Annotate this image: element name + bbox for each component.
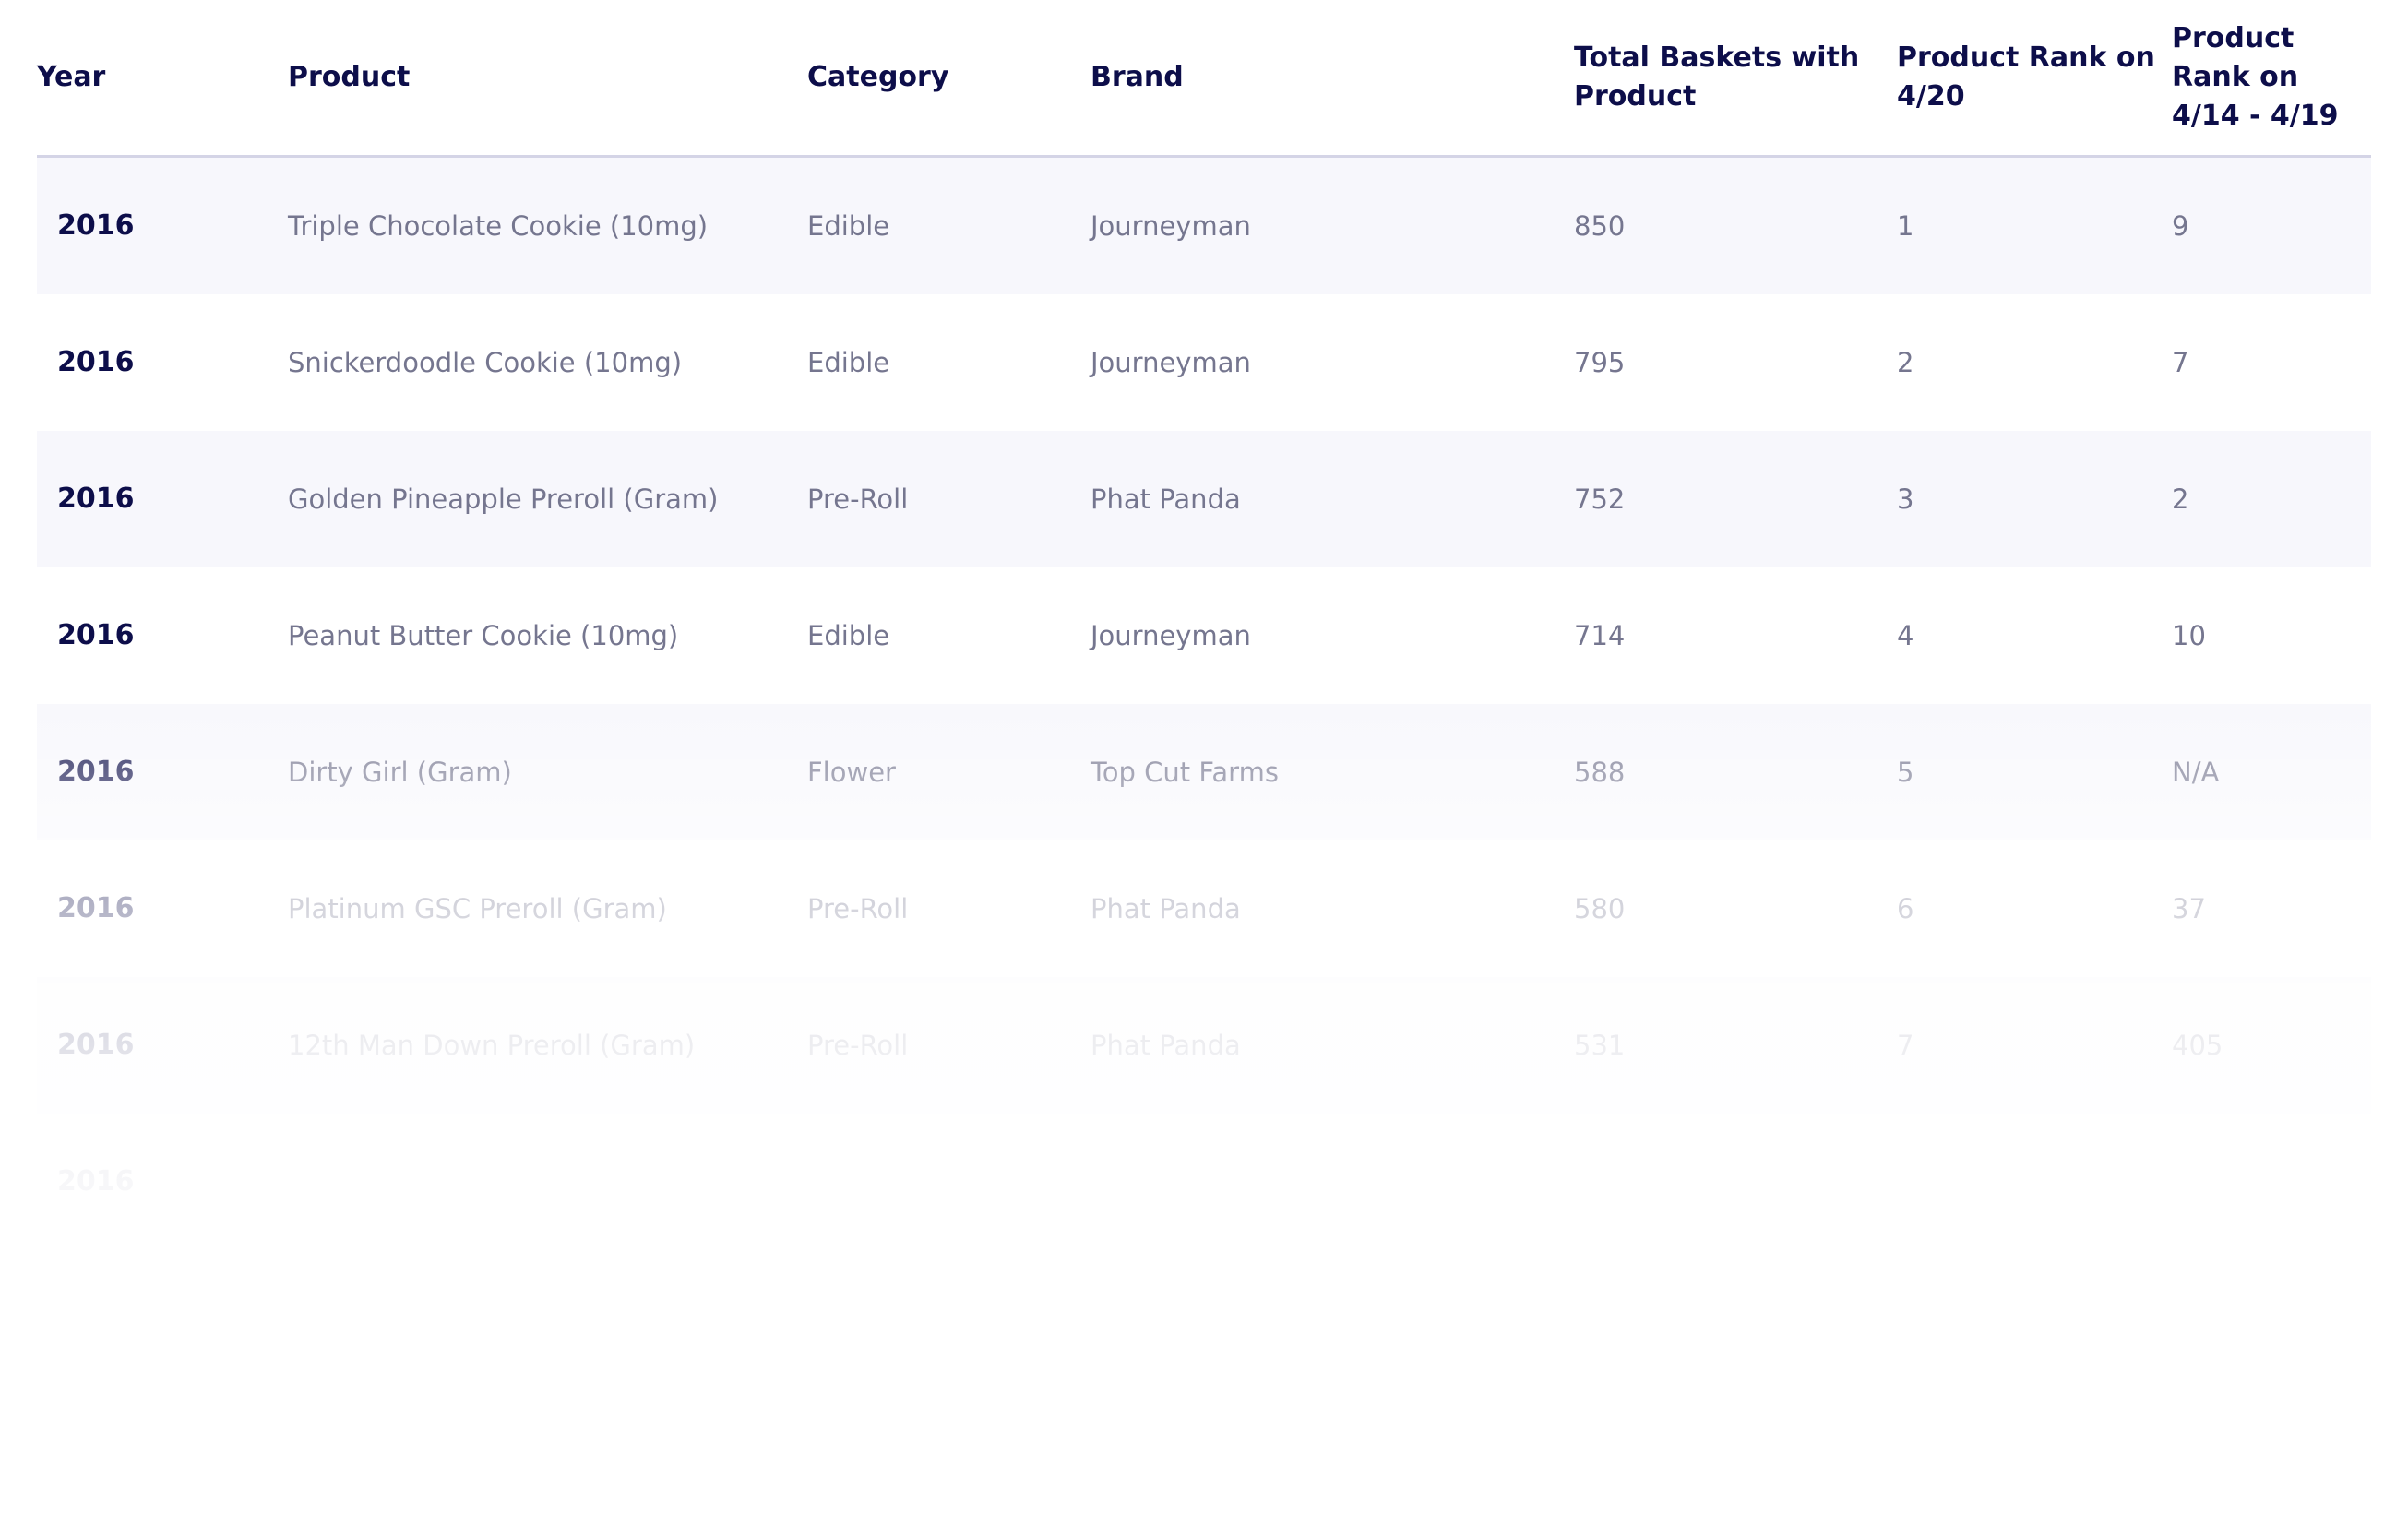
cell-total-baskets: 850 [1574,210,1626,242]
cell-rank-4-20: 3 [1897,483,1914,515]
cell-year: 2016 [57,892,135,924]
header-product[interactable]: Product [288,0,807,158]
cell-product: Snickerdoodle Cookie (10mg) [288,347,683,378]
table-row: 2016 [37,1114,2371,1250]
table-row: 2016 Peanut Butter Cookie (10mg) Edible … [37,567,2371,704]
table-row: 2016 Platinum GSC Preroll (Gram) Pre-Rol… [37,840,2371,977]
cell-rank-4-14-4-19: 405 [2172,1030,2223,1061]
cell-year: 2016 [57,483,135,515]
cell-rank-4-14-4-19: 7 [2172,347,2189,378]
table-row: 2016 Snickerdoodle Cookie (10mg) Edible … [37,294,2371,431]
cell-rank-4-14-4-19: 10 [2172,620,2206,651]
cell-total-baskets: 580 [1574,893,1626,924]
cell-total-baskets [1574,1114,1897,1250]
cell-rank-4-20: 6 [1897,893,1914,924]
cell-rank-4-20: 1 [1897,210,1914,242]
cell-category: Flower [807,757,896,788]
cell-category: Pre-Roll [807,1030,909,1061]
cell-rank-4-14-4-19: 37 [2172,893,2206,924]
cell-brand: Journeyman [1091,620,1251,651]
header-rank-4-14-4-19[interactable]: Product Rank on 4/14 - 4/19 [2172,0,2371,158]
cell-category [807,1114,1091,1250]
cell-year: 2016 [57,209,135,242]
cell-rank-4-20: 2 [1897,347,1914,378]
table-row: 2016 Triple Chocolate Cookie (10mg) Edib… [37,156,2371,294]
cell-rank-4-14-4-19 [2172,1114,2371,1250]
cell-product [288,1114,807,1250]
cell-rank-4-20: 5 [1897,757,1914,788]
header-brand[interactable]: Brand [1091,0,1574,158]
table-row: 2016 Golden Pineapple Preroll (Gram) Pre… [37,431,2371,567]
cell-category: Pre-Roll [807,483,909,515]
cell-rank-4-14-4-19: 9 [2172,210,2189,242]
cell-brand: Phat Panda [1091,483,1241,515]
header-row: Year Product Category Brand Total Basket… [37,0,2371,158]
cell-rank-4-20: 7 [1897,1030,1914,1061]
cell-year: 2016 [57,1165,135,1198]
cell-product: Golden Pineapple Preroll (Gram) [288,483,719,515]
cell-total-baskets: 752 [1574,483,1626,515]
cell-category: Pre-Roll [807,893,909,924]
cell-product: Dirty Girl (Gram) [288,757,512,788]
cell-brand: Journeyman [1091,210,1251,242]
table-header: Year Product Category Brand Total Basket… [37,0,2371,158]
cell-rank-4-14-4-19: 2 [2172,483,2189,515]
cell-rank-4-20: 4 [1897,620,1914,651]
header-category[interactable]: Category [807,0,1091,158]
cell-total-baskets: 795 [1574,347,1626,378]
cell-brand: Journeyman [1091,347,1251,378]
cell-brand [1091,1114,1574,1250]
data-table-container: Year Product Category Brand Total Basket… [37,0,2371,1250]
cell-rank-4-20 [1897,1114,2172,1250]
cell-product: Platinum GSC Preroll (Gram) [288,893,667,924]
cell-brand: Top Cut Farms [1091,757,1279,788]
table-body: 2016 Triple Chocolate Cookie (10mg) Edib… [37,156,2371,1251]
cell-brand: Phat Panda [1091,893,1241,924]
cell-total-baskets: 531 [1574,1030,1626,1061]
cell-total-baskets: 714 [1574,620,1626,651]
cell-year: 2016 [57,756,135,788]
cell-category: Edible [807,210,890,242]
cell-year: 2016 [57,1029,135,1061]
cell-product: Triple Chocolate Cookie (10mg) [288,210,709,242]
cell-category: Edible [807,620,890,651]
table-row: 2016 Dirty Girl (Gram) Flower Top Cut Fa… [37,704,2371,840]
cell-brand: Phat Panda [1091,1030,1241,1061]
cell-year: 2016 [57,346,135,378]
cell-rank-4-14-4-19: N/A [2172,757,2220,788]
header-rank-4-20[interactable]: Product Rank on 4/20 [1897,0,2172,158]
cell-year: 2016 [57,619,135,651]
header-year[interactable]: Year [37,0,288,158]
product-rank-table: Year Product Category Brand Total Basket… [37,0,2371,1250]
table-row: 2016 12th Man Down Preroll (Gram) Pre-Ro… [37,977,2371,1114]
header-total-baskets[interactable]: Total Baskets with Product [1574,0,1897,158]
cell-product: 12th Man Down Preroll (Gram) [288,1030,696,1061]
cell-total-baskets: 588 [1574,757,1626,788]
cell-product: Peanut Butter Cookie (10mg) [288,620,679,651]
cell-category: Edible [807,347,890,378]
